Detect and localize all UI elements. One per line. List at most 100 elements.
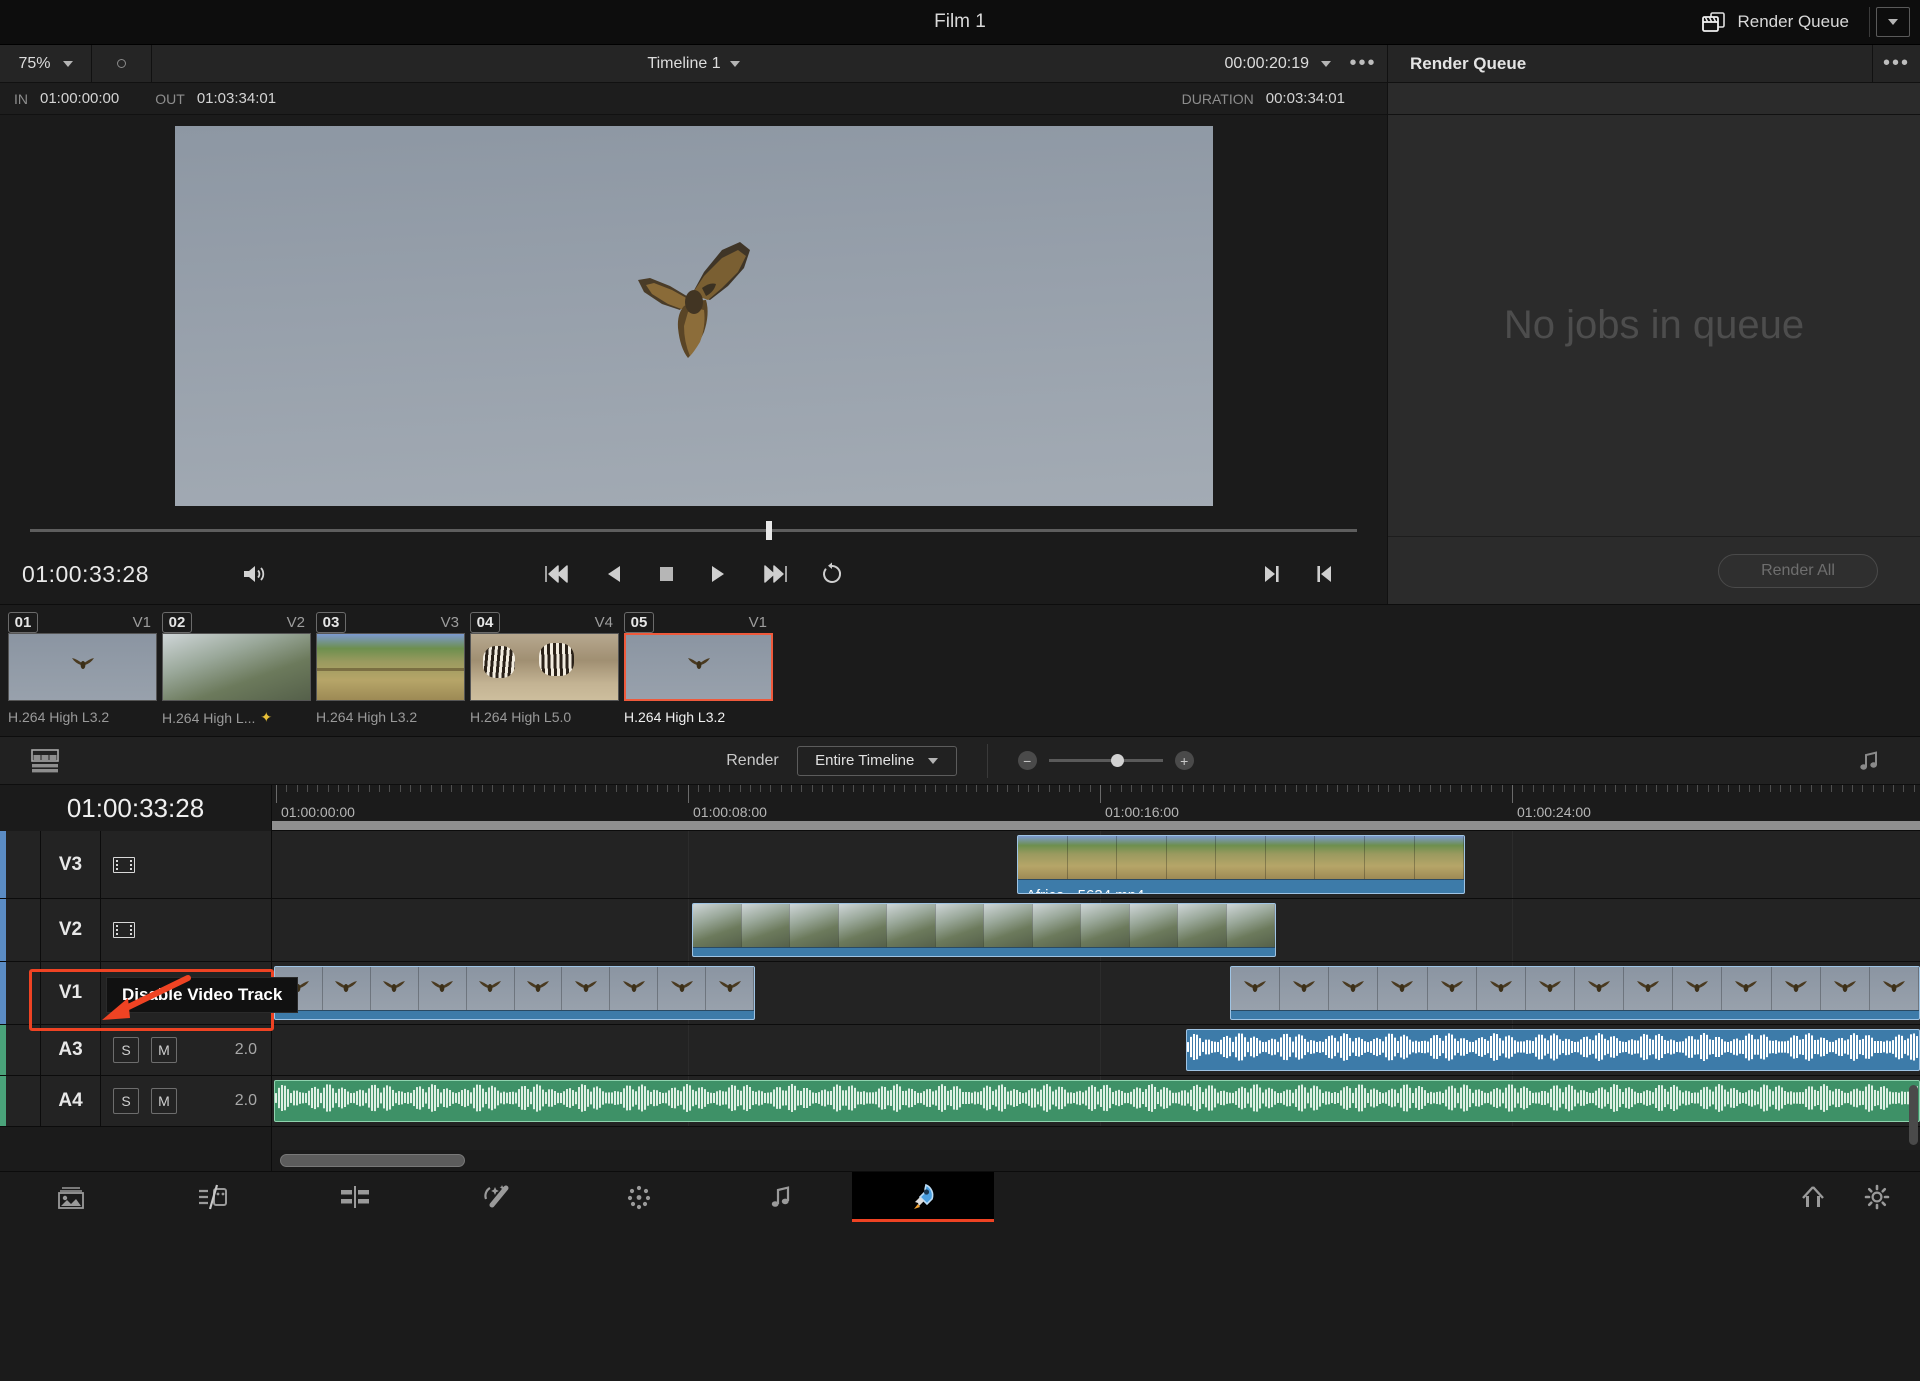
in-value[interactable]: 01:00:00:00 xyxy=(40,90,119,107)
timeline-clip[interactable]: Africa - 5634.mp4 xyxy=(1017,835,1465,894)
track-row-A3[interactable]: haunted-95407.mp3 xyxy=(272,1025,1920,1076)
track-row-A4[interactable]: slow-and-steady-wins-the-prey-110428.mp3 xyxy=(272,1076,1920,1127)
color-page-button[interactable] xyxy=(568,1172,710,1222)
clip-thumbnail[interactable] xyxy=(8,633,157,701)
ruler-tick xyxy=(1027,785,1029,792)
viewer-options-button[interactable]: ••• xyxy=(1339,45,1387,82)
timeline-ruler[interactable]: 01:00:00:00 01:00:08:00 01:00:16:00 01:00:2… xyxy=(272,785,1920,831)
timeline-render-bar xyxy=(272,821,1920,830)
zoom-slider[interactable] xyxy=(1048,754,1163,767)
filmstrip-frame xyxy=(1166,836,1217,879)
clip-strip-item-05[interactable]: 05 V1 H.264 High L3.2 xyxy=(624,611,773,736)
mute-button-A3[interactable]: M xyxy=(151,1037,177,1063)
ruler-tick xyxy=(1069,785,1071,792)
zoom-level-select[interactable]: 75% xyxy=(0,45,92,82)
timeline-clip[interactable]: slow-and-steady-wins-the-prey-110428.mp3 xyxy=(274,1080,1920,1122)
track-row-V2[interactable]: Drone - 50986.mp4 xyxy=(272,899,1920,962)
ruler-tick xyxy=(1635,785,1637,792)
timeline-selector[interactable]: Timeline 1 xyxy=(0,55,1387,73)
clip-strip-item-04[interactable]: 04 V4 H.264 High L5.0 xyxy=(470,611,619,736)
ruler-tick xyxy=(832,785,834,792)
mark-out-button[interactable] xyxy=(1259,562,1283,586)
track-header-V3[interactable]: V3 xyxy=(0,831,271,899)
scrubber-track[interactable] xyxy=(30,520,1357,540)
timeline-clip[interactable]: Drone - 50986.mp4 xyxy=(692,903,1276,957)
deliver-page-button[interactable] xyxy=(852,1172,994,1222)
track-row-V3[interactable]: Africa - 5634.mp4 xyxy=(272,831,1920,899)
track-header-A4[interactable]: A4 S M 2.0 xyxy=(0,1076,271,1127)
home-button[interactable] xyxy=(1800,1184,1826,1210)
out-value[interactable]: 01:03:34:01 xyxy=(197,90,276,107)
clip-strip-item-02[interactable]: 02 V2 H.264 High L... ✦ xyxy=(162,611,311,736)
loop-button[interactable] xyxy=(819,561,845,587)
timeline-layout-button[interactable] xyxy=(0,747,90,775)
clip-number: 03 xyxy=(316,611,346,633)
filmstrip-frame xyxy=(1226,904,1275,947)
media-page-button[interactable] xyxy=(0,1172,142,1222)
render-queue-toggle-button[interactable]: Render Queue xyxy=(1687,0,1863,44)
zoom-in-button[interactable]: + xyxy=(1174,751,1194,770)
fusion-page-button[interactable] xyxy=(426,1172,568,1222)
jump-to-end-button[interactable] xyxy=(759,562,789,586)
jump-to-start-button[interactable] xyxy=(543,562,573,586)
play-reverse-button[interactable] xyxy=(603,562,625,586)
zoom-out-button[interactable]: − xyxy=(1017,751,1037,770)
solo-button-A4[interactable]: S xyxy=(113,1088,139,1114)
ruler-tick xyxy=(1347,785,1349,792)
music-note-icon xyxy=(769,1184,793,1210)
filmstrip-frame xyxy=(1414,836,1464,879)
video-display-area[interactable] xyxy=(0,115,1387,516)
timeline-clip[interactable]: Milan - 94452.mp4 xyxy=(1230,966,1920,1020)
track-name-A3: A3 xyxy=(41,1025,101,1075)
track-header-V2[interactable]: V2 xyxy=(0,899,271,962)
filmstrip-frame xyxy=(1673,967,1723,1010)
audio-waveform xyxy=(275,1084,1918,1112)
clip-thumbnail[interactable] xyxy=(470,633,619,701)
edit-page-button[interactable] xyxy=(284,1172,426,1222)
mark-in-button[interactable] xyxy=(1313,562,1337,586)
timeline-audio-button[interactable] xyxy=(1858,749,1920,773)
waveform-area xyxy=(1187,1030,1919,1064)
clip-strip-item-03[interactable]: 03 V3 H.264 High L3.2 xyxy=(316,611,465,736)
track-header-A3[interactable]: A3 S M 2.0 xyxy=(0,1025,271,1076)
solo-button-A3[interactable]: S xyxy=(113,1037,139,1063)
filmstrip-frame xyxy=(790,904,839,947)
expand-panel-button[interactable] xyxy=(1876,7,1910,37)
ruler-tick xyxy=(1378,785,1380,792)
stop-button[interactable] xyxy=(655,562,677,586)
gear-button[interactable] xyxy=(1864,1184,1890,1210)
cut-page-button[interactable] xyxy=(142,1172,284,1222)
horizontal-scrollbar[interactable] xyxy=(280,1154,465,1167)
render-all-button[interactable]: Render All xyxy=(1718,553,1878,588)
ruler-tick xyxy=(1192,785,1194,792)
render-queue-label: Render Queue xyxy=(1737,12,1849,31)
speaker-icon[interactable] xyxy=(241,562,267,586)
viewer-scrubber[interactable] xyxy=(0,516,1387,544)
ruler-tick xyxy=(1759,785,1761,792)
clip-thumbnail[interactable] xyxy=(316,633,465,701)
render-range-select[interactable]: Entire Timeline xyxy=(796,745,957,776)
clip-thumbnail[interactable] xyxy=(624,633,773,701)
mute-button-A4[interactable]: M xyxy=(151,1088,177,1114)
disable-video-track-button-V2[interactable] xyxy=(113,922,135,938)
clapperboard-stack-icon xyxy=(1701,10,1727,34)
chevron-down-icon[interactable] xyxy=(1321,60,1331,67)
render-queue-options-button[interactable]: ••• xyxy=(1872,45,1920,82)
vertical-scrollbar[interactable] xyxy=(1909,1085,1918,1145)
timeline-clip[interactable]: Milan - 94452.mp4 xyxy=(274,966,755,1020)
play-button[interactable] xyxy=(707,562,729,586)
clip-strip-item-01[interactable]: 01 V1 H.264 High L3.2 xyxy=(8,611,157,736)
viewer-mode-button[interactable] xyxy=(92,45,152,82)
zoom-slider-handle[interactable] xyxy=(1110,754,1124,767)
ruler-tick xyxy=(986,785,988,792)
clip-thumbnail[interactable] xyxy=(162,633,311,701)
scrubber-handle[interactable] xyxy=(766,520,773,540)
ruler-tick xyxy=(585,785,586,792)
fairlight-page-button[interactable] xyxy=(710,1172,852,1222)
render-queue-list[interactable]: No jobs in queue xyxy=(1388,115,1920,536)
track-row-V1[interactable]: Milan - 94452.mp4 Milan - 94452.mp4 xyxy=(272,962,1920,1025)
timeline-clip[interactable]: haunted-95407.mp3 xyxy=(1186,1029,1920,1071)
ruler-tick xyxy=(976,785,978,792)
timeline-tracks-area[interactable]: 01:00:00:00 01:00:08:00 01:00:16:00 01:00:2… xyxy=(272,785,1920,1171)
disable-video-track-button-V3[interactable] xyxy=(113,856,135,873)
